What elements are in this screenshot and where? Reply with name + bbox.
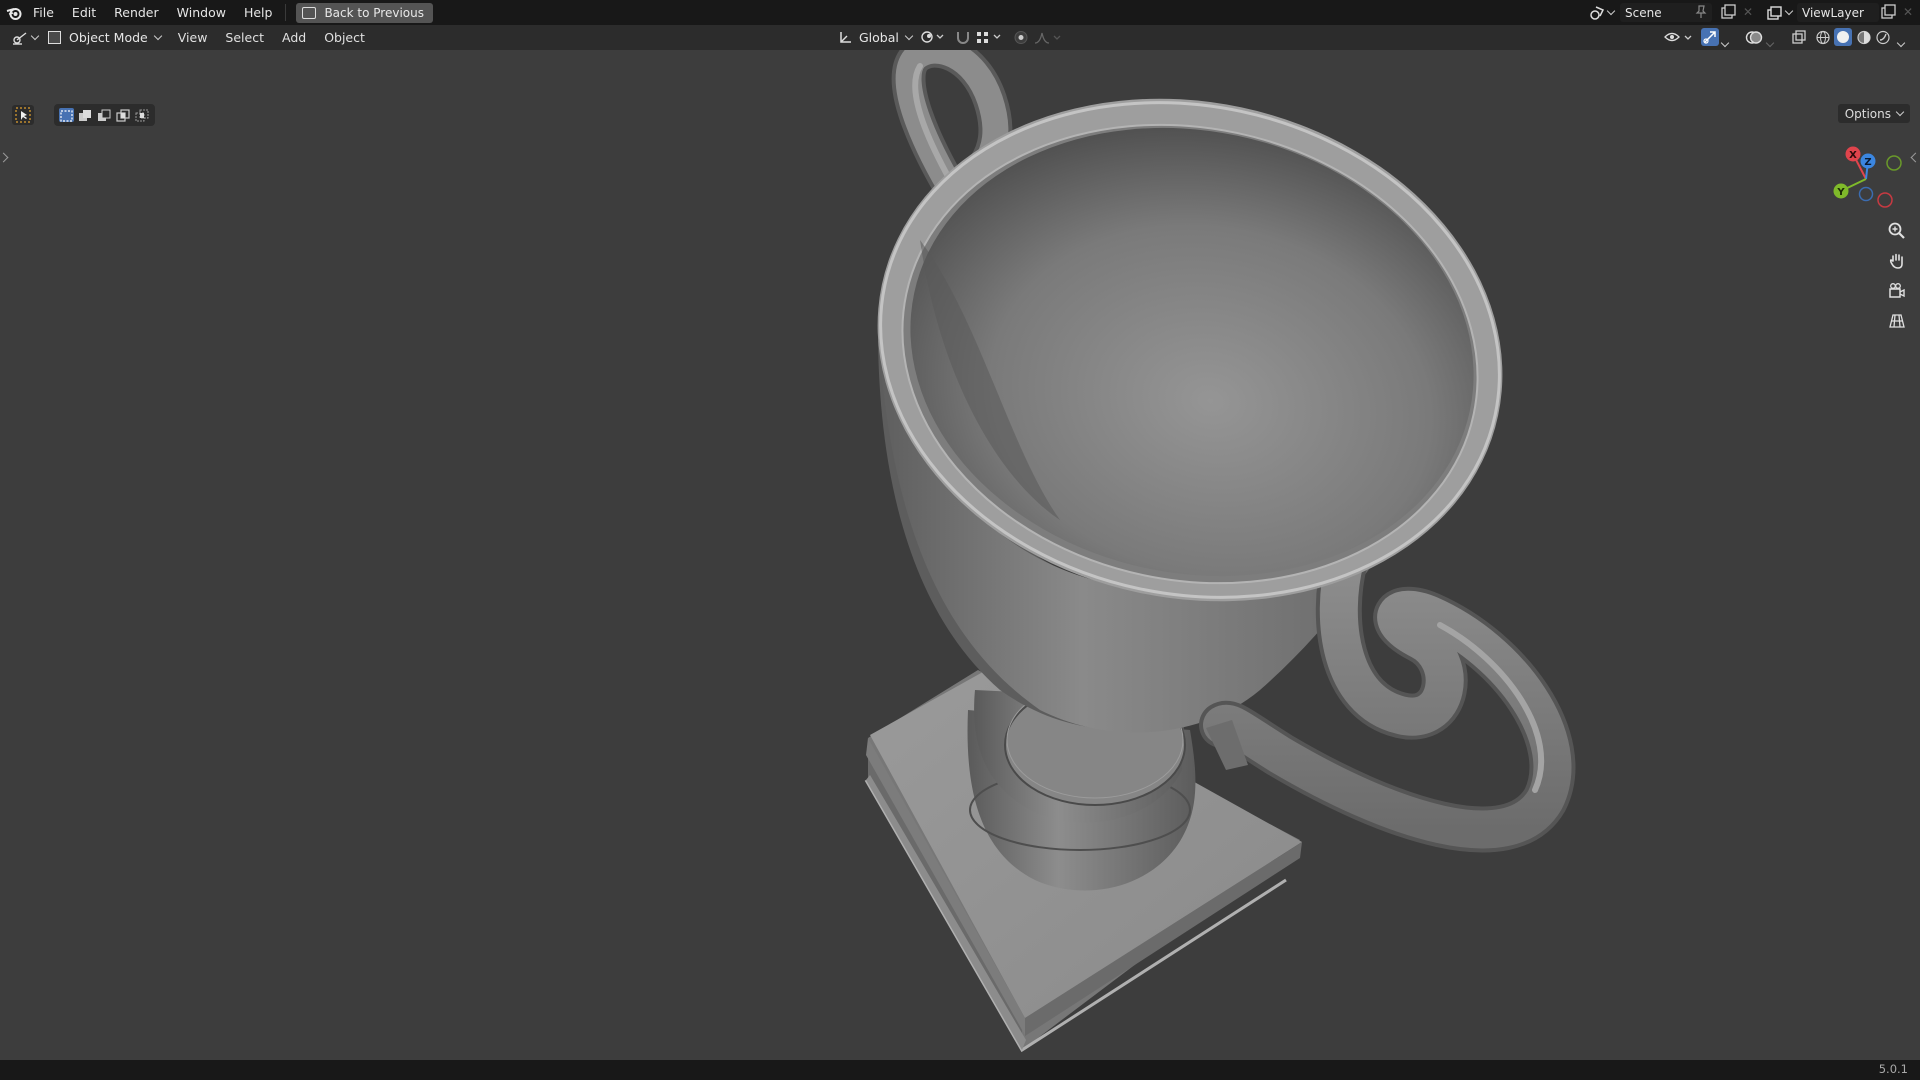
back-to-previous-label: Back to Previous	[324, 5, 424, 20]
gizmo-y-label: Y	[1836, 187, 1845, 198]
object-mode-dropdown[interactable]: Object Mode	[48, 30, 162, 45]
object-mode-label: Object Mode	[69, 30, 148, 45]
menu-render[interactable]: Render	[105, 0, 168, 25]
proportional-editing-icon[interactable]	[1013, 30, 1029, 45]
object-mode-icon	[48, 31, 61, 44]
trophy-model[interactable]	[0, 50, 1920, 1060]
gizmo-toggle-icon[interactable]	[1701, 28, 1719, 46]
shading-solid-icon[interactable]	[1834, 28, 1852, 46]
options-dropdown[interactable]: Options	[1837, 104, 1910, 123]
editor-type-icon[interactable]	[12, 31, 40, 45]
navigation-gizmo[interactable]: X Z Y	[1820, 144, 1910, 214]
view-layer-browse-icon[interactable]	[1767, 4, 1795, 21]
transform-orientation-label: Global	[859, 30, 899, 45]
scene-name-label: Scene	[1625, 5, 1662, 20]
overlays-toggle-icon[interactable]	[1745, 30, 1763, 45]
selection-subtract-icon[interactable]	[97, 108, 112, 122]
3d-viewport[interactable]: Options X Z Y	[0, 50, 1920, 1060]
zoom-icon[interactable]	[1884, 218, 1910, 244]
new-scene-icon[interactable]	[1720, 4, 1736, 24]
selectability-visibility-icon[interactable]	[1664, 30, 1694, 45]
divider	[285, 4, 287, 21]
selection-invert-icon[interactable]	[116, 108, 131, 122]
transform-orientation-dropdown[interactable]: Global	[838, 25, 914, 50]
menu-edit[interactable]: Edit	[63, 0, 105, 25]
menu-select[interactable]: Select	[216, 25, 273, 50]
top-bar: File Edit Render Window Help Back to Pre…	[0, 0, 1920, 25]
menu-window[interactable]: Window	[168, 0, 235, 25]
status-bar: 5.0.1	[0, 1060, 1920, 1080]
gizmo-z-label: Z	[1864, 157, 1871, 168]
pin-icon[interactable]	[1695, 5, 1707, 22]
viewport-header: Object Mode View Select Add Object Globa…	[0, 25, 1920, 50]
selection-new-icon[interactable]	[59, 108, 74, 122]
delete-scene-icon[interactable]: ✕	[1743, 5, 1753, 19]
view-layer-field[interactable]: ViewLayer	[1797, 3, 1879, 22]
snap-toggle-icon[interactable]	[955, 30, 971, 45]
options-label: Options	[1844, 106, 1891, 121]
shading-dropdown-icon[interactable]	[1896, 30, 1910, 48]
orientation-axes-icon	[840, 31, 851, 43]
tool-header	[12, 104, 155, 126]
blender-logo-icon[interactable]	[4, 0, 24, 25]
gizmo-x-label: X	[1849, 150, 1857, 161]
menu-file[interactable]: File	[24, 0, 63, 25]
delete-view-layer-icon[interactable]: ✕	[1903, 5, 1913, 19]
camera-view-icon[interactable]	[1884, 278, 1910, 304]
back-to-previous-button[interactable]: Back to Previous	[296, 2, 433, 23]
menu-object[interactable]: Object	[315, 25, 374, 50]
xray-toggle-icon[interactable]	[1791, 30, 1807, 45]
overlays-dropdown-icon[interactable]	[1765, 30, 1779, 48]
selection-mode-group	[54, 104, 155, 126]
pivot-point-icon[interactable]	[920, 30, 944, 45]
version-label: 5.0.1	[1878, 1062, 1908, 1076]
snap-target-icon[interactable]	[975, 30, 1001, 45]
shading-material-icon[interactable]	[1856, 30, 1872, 45]
selection-intersect-icon[interactable]	[135, 108, 150, 122]
perspective-toggle-icon[interactable]	[1884, 308, 1910, 334]
menu-view[interactable]: View	[169, 25, 217, 50]
screen-icon	[302, 6, 317, 19]
shading-wireframe-icon[interactable]	[1815, 30, 1831, 45]
falloff-curve-icon[interactable]	[1034, 30, 1061, 45]
new-view-layer-icon[interactable]	[1880, 4, 1896, 24]
select-tool-icon[interactable]	[12, 105, 34, 125]
shading-rendered-icon[interactable]	[1875, 30, 1891, 45]
selection-extend-icon[interactable]	[78, 108, 93, 122]
menu-add[interactable]: Add	[273, 25, 315, 50]
gizmo-dropdown-icon[interactable]	[1720, 30, 1734, 48]
menu-help[interactable]: Help	[235, 0, 282, 25]
view-layer-label: ViewLayer	[1802, 5, 1864, 20]
scene-name-field[interactable]: Scene	[1620, 3, 1712, 22]
scene-browse-icon[interactable]	[1589, 4, 1617, 21]
pan-hand-icon[interactable]	[1884, 248, 1910, 274]
